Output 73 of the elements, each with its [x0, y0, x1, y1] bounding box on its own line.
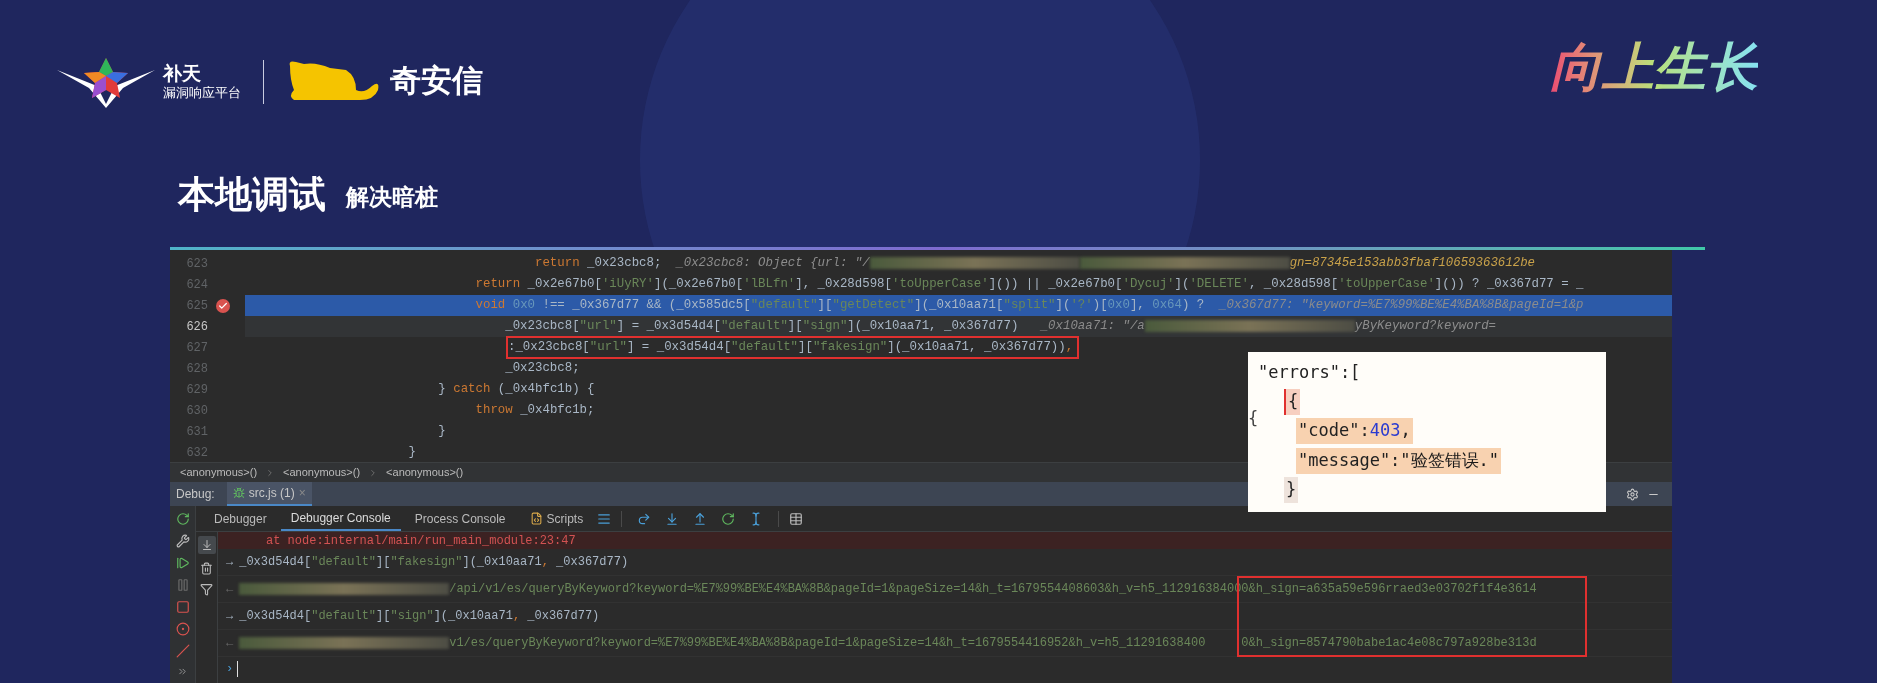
breadcrumb-item[interactable]: <anonymous>(): [176, 464, 262, 481]
code-text: return _0x2e67b0['iUyRY'](_0x2e67b0['lBLfn'], _0x28d598['toUpperCase']()) || _0x2e67b0['Dycuj']('DELETE', _0x28d598['toUpperCase']()) ? _0x367d77 = _: [475, 276, 1584, 294]
step-into-icon[interactable]: [665, 511, 680, 526]
output-arrow: ←: [226, 581, 234, 598]
resume-icon[interactable]: [175, 556, 190, 570]
list-icon[interactable]: [597, 511, 612, 526]
scroll-to-end-icon[interactable]: [197, 536, 216, 554]
console-output: 0&h_sign=8574790babe1ac4e08c797a928be313d: [1241, 635, 1537, 652]
text-cursor[interactable]: [237, 661, 239, 677]
line-number: 624: [185, 276, 208, 294]
line-number: 632: [185, 444, 208, 462]
input-arrow: →: [226, 608, 234, 625]
refresh-icon[interactable]: [721, 511, 736, 526]
output-arrow: ←: [226, 635, 234, 652]
command-text: _0x3d54d4["default"]["fakesign"](_0x10aa71, _0x367d77): [239, 554, 629, 571]
table-icon[interactable]: [789, 511, 804, 526]
code-text: gn=87345e153abb3fbaf10659363612be: [1289, 255, 1535, 273]
json-field: "code":403,: [1296, 418, 1413, 444]
console-output: 0&h_sign=a635a59e596rraed3e03702f1f4e3614: [1241, 581, 1537, 598]
brand-name: 补天: [163, 61, 202, 86]
line-number: 628: [185, 360, 208, 378]
filter-icon[interactable]: [200, 583, 213, 596]
line-number: 630: [185, 402, 208, 420]
code-text: yByKeyword?keyword=: [1354, 318, 1497, 336]
slide-title: 本地调试: [178, 172, 326, 217]
code-text: }: [438, 423, 446, 441]
line-number: 629: [185, 381, 208, 399]
trash-icon[interactable]: [200, 562, 213, 575]
console-tab[interactable]: Scripts: [519, 506, 594, 531]
mute-breakpoints-icon[interactable]: [175, 644, 190, 658]
json-field: "message":"验签错误.": [1296, 448, 1502, 474]
stop-icon[interactable]: [175, 600, 190, 614]
slide-subtitle: 解决暗桩: [346, 183, 438, 213]
line-number: 627: [185, 339, 208, 357]
input-arrow: →: [226, 554, 234, 571]
console-tab[interactable]: Process Console: [404, 506, 516, 531]
rerun-icon[interactable]: [175, 512, 190, 526]
settings-icon[interactable]: [1626, 487, 1639, 501]
breakpoints-icon[interactable]: [175, 622, 190, 636]
script-icon: [529, 512, 543, 525]
code-text: _0x23cbc8;: [505, 360, 580, 378]
code-text: void 0x0 !== _0x367d77 && (_0x585dc5["default"]["getDetect"](_0x10aa71["split"]('?')[0x0], 0x64) ? _0x367d77: "keyword=%E7%99%BE%E4%BA%8B&pageId=1&p: [475, 297, 1584, 315]
brand-subtitle: 漏洞响应平台: [163, 85, 241, 102]
session-tab[interactable]: src.js (1) ×: [226, 482, 312, 506]
json-brace: }: [1284, 477, 1299, 503]
json-text: "errors":[: [1258, 361, 1361, 385]
error-text: at node:internal/main/run_main_module:23:47: [266, 534, 576, 547]
code-text: _0x23cbc8["url"] = _0x3d54d4["default"]["sign"](_0x10aa71, _0x367d77) _0x10aa71: "/a: [505, 318, 1145, 336]
prompt-arrow: ›: [226, 661, 234, 678]
line-number: 631: [185, 423, 208, 441]
more-icon[interactable]: [177, 666, 188, 677]
code-text: throw _0x4bfc1b;: [475, 402, 595, 420]
debug-label: Debug:: [176, 486, 215, 503]
console-output: v1/es/queryByKeyword?keyword=%E7%99%BE%E4%BA%8B&pageId=1&pageSize=14&h_t=1679554416952&h_v=h5_11291638400: [449, 635, 1206, 652]
line-number: 625: [185, 297, 208, 315]
code-text: } catch (_0x4bfc1b) {: [438, 381, 595, 399]
breadcrumb-item[interactable]: <anonymous>(): [382, 464, 468, 481]
line-number: 626: [185, 318, 208, 336]
command-text: _0x3d54d4["default"]["sign"](_0x10aa71, _0x367d77): [239, 608, 600, 625]
step-out-icon[interactable]: [693, 511, 708, 526]
code-text: }: [408, 444, 417, 462]
code-text: :_0x23cbc8["url"] = _0x3d54d4["default"]["fakesign"](_0x10aa71, _0x367d77)),: [508, 339, 1074, 357]
line-number: 623: [185, 255, 208, 273]
console-tab[interactable]: Debugger: [204, 506, 277, 531]
wrench-icon[interactable]: [175, 534, 190, 548]
code-text: return _0x23cbc8; _0x23cbc8: Object {url: "/: [535, 255, 870, 273]
json-brace: {: [1284, 389, 1301, 415]
json-brace: {: [1248, 407, 1259, 430]
bug-icon: [232, 487, 245, 499]
breadcrumb-item[interactable]: <anonymous>(): [279, 464, 365, 481]
breakpoint-icon[interactable]: [216, 298, 230, 313]
step-over-icon[interactable]: [637, 511, 652, 526]
partner-name: 奇安信: [390, 62, 483, 101]
